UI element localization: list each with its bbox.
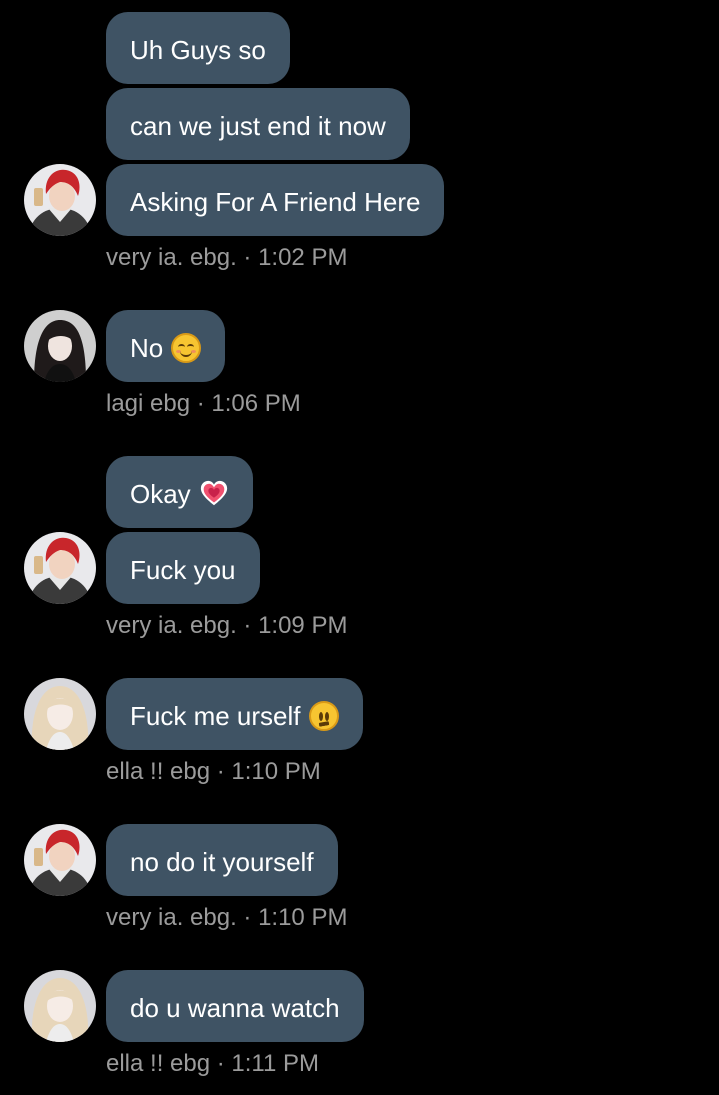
message-meta: ella !! ebg · 1:11 PM xyxy=(106,1050,319,1077)
avatar-blonde-hair[interactable] xyxy=(24,970,96,1042)
avatar-blonde-hair[interactable] xyxy=(24,678,96,750)
neutral-face-emoji xyxy=(308,701,339,732)
message-bubble[interactable]: Asking For A Friend Here xyxy=(106,164,445,236)
message-text: Okay xyxy=(130,479,191,510)
message-text: Asking For A Friend Here xyxy=(130,187,421,218)
message-text: Uh Guys so xyxy=(130,35,266,66)
message-text: Fuck me urself xyxy=(130,701,301,732)
message-meta: lagi ebg · 1:06 PM xyxy=(106,390,301,417)
message-meta: very ia. ebg. · 1:02 PM xyxy=(106,244,348,271)
message-bubble[interactable]: Okay xyxy=(106,456,253,528)
avatar-dark-hair-image xyxy=(24,310,96,382)
message-text: Fuck you xyxy=(130,555,236,586)
message-meta: very ia. ebg. · 1:10 PM xyxy=(106,904,348,931)
avatar-red-hair[interactable] xyxy=(24,532,96,604)
avatar-red-hair-image xyxy=(24,532,96,604)
avatar-red-hair-image xyxy=(24,164,96,236)
heart-emoji xyxy=(199,479,229,509)
avatar-red-hair[interactable] xyxy=(24,164,96,236)
message-text: No xyxy=(130,333,164,364)
message-bubble[interactable]: no do it yourself xyxy=(106,824,338,896)
message-meta: ella !! ebg · 1:10 PM xyxy=(106,758,321,785)
avatar-red-hair-image xyxy=(24,824,96,896)
message-bubble[interactable]: do u wanna watch xyxy=(106,970,364,1042)
message-text: do u wanna watch xyxy=(130,993,340,1024)
message-text: can we just end it now xyxy=(130,111,386,142)
message-text: no do it yourself xyxy=(130,847,314,878)
message-meta: very ia. ebg. · 1:09 PM xyxy=(106,612,348,639)
message-bubble[interactable]: Uh Guys so xyxy=(106,12,290,84)
message-bubble[interactable]: Fuck you xyxy=(106,532,260,604)
avatar-dark-hair[interactable] xyxy=(24,310,96,382)
avatar-red-hair[interactable] xyxy=(24,824,96,896)
avatar-blonde-hair-image xyxy=(24,970,96,1042)
message-bubble[interactable]: Fuck me urself xyxy=(106,678,363,750)
message-bubble[interactable]: No xyxy=(106,310,226,382)
message-bubble[interactable]: can we just end it now xyxy=(106,88,410,160)
smiling-face-emoji xyxy=(171,333,202,364)
avatar-blonde-hair-image xyxy=(24,678,96,750)
